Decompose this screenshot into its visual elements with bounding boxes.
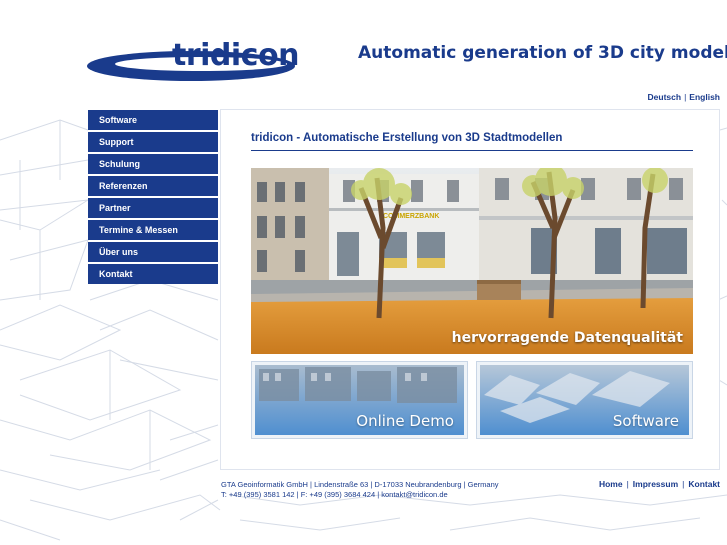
nav-item-support[interactable]: Support: [88, 132, 218, 152]
nav-item-software[interactable]: Software: [88, 110, 218, 130]
content-panel: tridicon - Automatische Erstellung von 3…: [220, 109, 720, 470]
online-demo-tile[interactable]: Online Demo: [251, 361, 468, 439]
nav-item-partner[interactable]: Partner: [88, 198, 218, 218]
language-switcher: Deutsch | English: [648, 92, 720, 102]
footer-address: GTA Geoinformatik GmbH | Lindenstraße 63…: [221, 480, 499, 500]
site-tagline: Automatic generation of 3D city models: [358, 43, 727, 63]
footer-links: Home | Impressum | Kontakt: [599, 479, 720, 489]
footer-separator: |: [626, 479, 629, 489]
nav-item-schulung[interactable]: Schulung: [88, 154, 218, 174]
hero-caption: hervorragende Datenqualität: [451, 330, 683, 346]
hero-image: COMMERZBANK hervorragende Datenqualität: [251, 168, 693, 354]
main-navigation: Software Support Schulung Referenzen Par…: [88, 110, 218, 286]
logo-wordmark: tridicon: [172, 38, 299, 73]
lang-english-link[interactable]: English: [689, 92, 720, 102]
footer-contact-line: T: +49 (395) 3581 142 | F: +49 (395) 368…: [221, 490, 448, 499]
title-divider: [251, 150, 693, 151]
online-demo-label: Online Demo: [356, 412, 454, 430]
nav-item-ueber-uns[interactable]: Über uns: [88, 242, 218, 262]
lang-deutsch-link[interactable]: Deutsch: [648, 92, 682, 102]
nav-item-referenzen[interactable]: Referenzen: [88, 176, 218, 196]
footer-impressum-link[interactable]: Impressum: [633, 479, 678, 489]
hero-street-scene: COMMERZBANK: [251, 168, 693, 354]
footer-separator: |: [682, 479, 685, 489]
software-tile[interactable]: Software: [476, 361, 693, 439]
nav-item-kontakt[interactable]: Kontakt: [88, 264, 218, 284]
page-title: tridicon - Automatische Erstellung von 3…: [251, 132, 563, 144]
footer-kontakt-link[interactable]: Kontakt: [688, 479, 720, 489]
footer-address-line: GTA Geoinformatik GmbH | Lindenstraße 63…: [221, 480, 499, 489]
nav-item-termine-messen[interactable]: Termine & Messen: [88, 220, 218, 240]
software-tile-label: Software: [612, 412, 679, 430]
footer-home-link[interactable]: Home: [599, 479, 623, 489]
